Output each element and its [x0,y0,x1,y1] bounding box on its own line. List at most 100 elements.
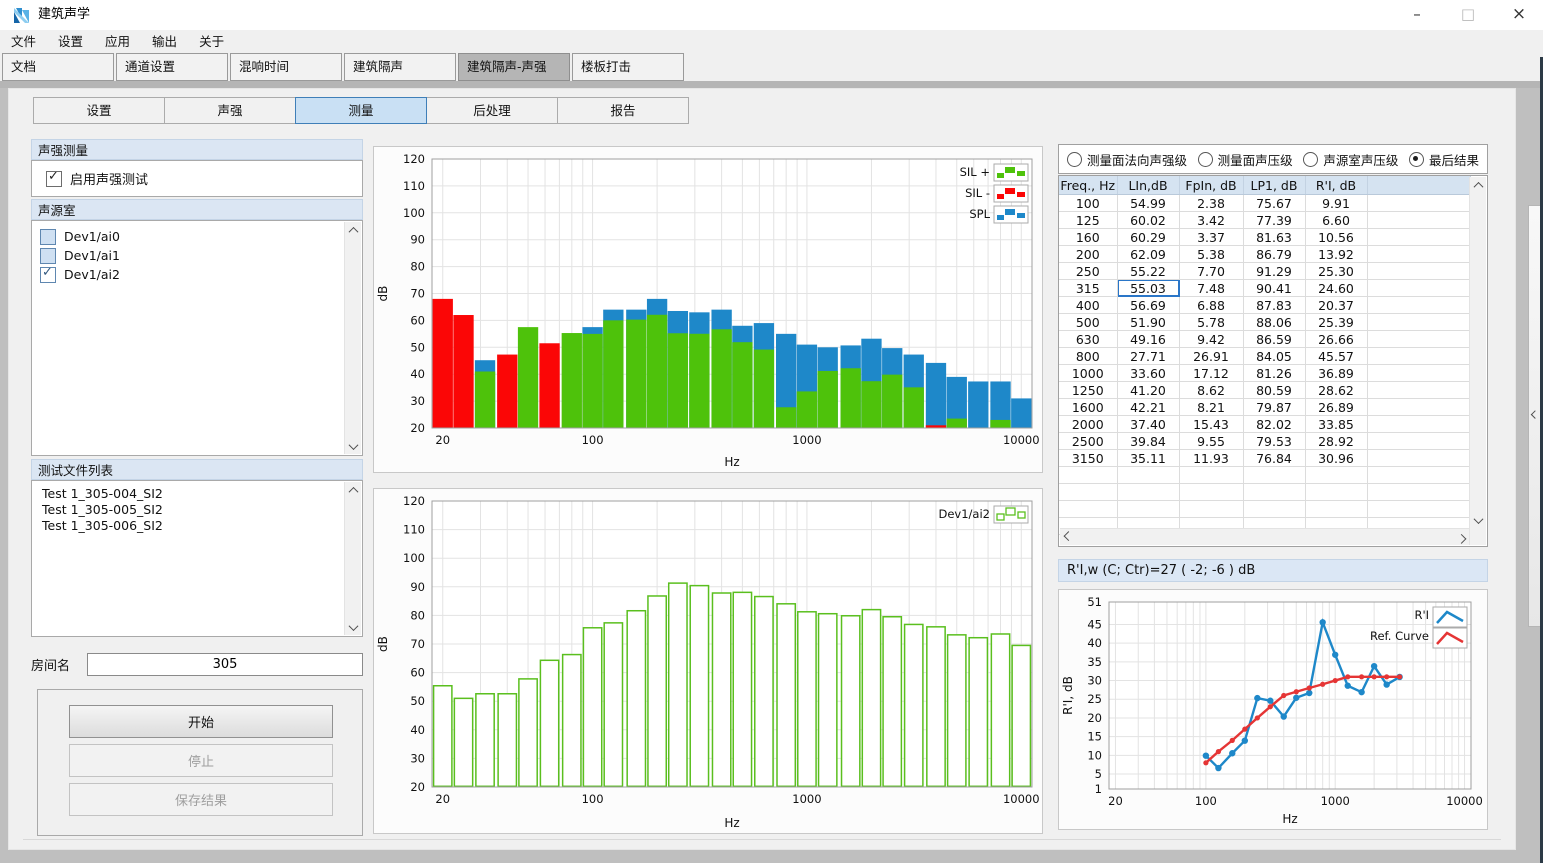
document-tab[interactable]: 混响时间 [230,53,342,81]
document-tab[interactable]: 建筑隔声 [344,53,456,81]
menu-item-输出[interactable]: 输出 [141,30,188,53]
table-cell[interactable]: 75.67 [1243,195,1305,212]
table-cell[interactable]: 56.69 [1117,297,1179,314]
table-cell[interactable]: 80.59 [1243,382,1305,399]
table-cell[interactable] [1367,263,1470,280]
radio-测量面声压级[interactable]: 测量面声压级 [1198,150,1293,169]
table-cell[interactable]: 2.38 [1179,195,1243,212]
table-cell[interactable]: 28.92 [1305,433,1367,450]
table-cell[interactable]: 100 [1059,195,1117,212]
table-cell[interactable] [1367,297,1470,314]
table-cell[interactable]: 79.87 [1243,399,1305,416]
table-cell[interactable]: 9.55 [1179,433,1243,450]
source-channel-item[interactable]: Dev1/ai1 [32,246,362,265]
scroll-up-icon[interactable] [345,222,361,238]
source-channel-item[interactable]: Dev1/ai2 [32,265,362,284]
scroll-up-icon[interactable] [345,482,361,498]
table-cell[interactable]: 41.20 [1117,382,1179,399]
table-cell[interactable]: 90.41 [1243,280,1305,297]
table-horizontal-scrollbar[interactable] [1060,528,1469,545]
maximize-button[interactable]: □ [1445,0,1491,30]
table-cell[interactable] [1367,195,1470,212]
scroll-down-icon[interactable] [345,619,361,635]
table-cell[interactable]: 400 [1059,297,1117,314]
menu-item-关于[interactable]: 关于 [188,30,235,53]
table-cell[interactable] [1367,365,1470,382]
table-cell[interactable]: 630 [1059,331,1117,348]
document-tab[interactable]: 通道设置 [116,53,228,81]
table-cell[interactable]: 8.62 [1179,382,1243,399]
menu-item-应用[interactable]: 应用 [94,30,141,53]
collapse-left-icon[interactable] [1530,410,1538,418]
close-button[interactable]: × [1496,0,1542,30]
table-cell[interactable]: 26.89 [1305,399,1367,416]
table-cell[interactable]: 49.16 [1117,331,1179,348]
sub-tab-5[interactable]: 报告 [557,97,689,124]
menu-item-设置[interactable]: 设置 [47,30,94,53]
table-cell[interactable]: 25.30 [1305,263,1367,280]
test-file-item[interactable]: Test 1_305-004_SI2 [32,486,362,502]
table-cell[interactable]: 5.78 [1179,314,1243,331]
table-cell[interactable] [1367,399,1470,416]
table-cell[interactable]: 25.39 [1305,314,1367,331]
table-cell[interactable]: 3.37 [1179,229,1243,246]
table-cell[interactable]: 60.29 [1117,229,1179,246]
scroll-up-icon[interactable] [1470,177,1486,193]
table-cell[interactable] [1367,416,1470,433]
table-cell[interactable]: 5.38 [1179,246,1243,263]
scroll-right-icon[interactable] [1453,529,1469,545]
table-cell[interactable]: 7.70 [1179,263,1243,280]
channel-checkbox-icon[interactable] [40,229,56,245]
table-cell[interactable] [1367,229,1470,246]
table-cell[interactable]: 17.12 [1179,365,1243,382]
table-cell[interactable]: 160 [1059,229,1117,246]
file-list-scrollbar[interactable] [344,482,361,635]
table-cell[interactable]: 55.03 [1117,280,1179,297]
source-channel-item[interactable]: Dev1/ai0 [32,227,362,246]
document-tab[interactable]: 文档 [2,53,114,81]
table-cell[interactable] [1367,348,1470,365]
table-cell[interactable]: 24.60 [1305,280,1367,297]
table-cell[interactable]: 2000 [1059,416,1117,433]
table-cell[interactable]: 250 [1059,263,1117,280]
table-cell[interactable]: 77.39 [1243,212,1305,229]
table-cell[interactable]: 35.11 [1117,450,1179,467]
enable-intensity-checkbox[interactable]: 启用声强测试 [46,169,148,188]
table-cell[interactable]: 800 [1059,348,1117,365]
table-cell[interactable]: 36.89 [1305,365,1367,382]
table-cell[interactable] [1367,314,1470,331]
table-cell[interactable]: 10.56 [1305,229,1367,246]
table-cell[interactable]: 54.99 [1117,195,1179,212]
document-tab[interactable]: 楼板打击 [572,53,684,81]
table-cell[interactable]: 33.85 [1305,416,1367,433]
table-cell[interactable]: 1250 [1059,382,1117,399]
table-cell[interactable]: 15.43 [1179,416,1243,433]
test-file-item[interactable]: Test 1_305-005_SI2 [32,502,362,518]
start-button[interactable]: 开始 [69,705,333,738]
table-cell[interactable]: 3.42 [1179,212,1243,229]
table-cell[interactable] [1367,280,1470,297]
sub-tab-4[interactable]: 后处理 [426,97,558,124]
scroll-down-icon[interactable] [345,438,361,454]
table-cell[interactable]: 37.40 [1117,416,1179,433]
table-cell[interactable]: 6.60 [1305,212,1367,229]
radio-声源室声压级[interactable]: 声源室声压级 [1303,150,1398,169]
menu-item-文件[interactable]: 文件 [0,30,47,53]
table-cell[interactable]: 7.48 [1179,280,1243,297]
table-cell[interactable]: 3150 [1059,450,1117,467]
table-cell[interactable]: 81.63 [1243,229,1305,246]
table-cell[interactable]: 45.57 [1305,348,1367,365]
table-cell[interactable]: 91.29 [1243,263,1305,280]
table-cell[interactable]: 79.53 [1243,433,1305,450]
table-cell[interactable]: 2500 [1059,433,1117,450]
table-cell[interactable] [1367,212,1470,229]
table-cell[interactable]: 500 [1059,314,1117,331]
table-cell[interactable]: 315 [1059,280,1117,297]
sub-tab-2[interactable]: 声强 [164,97,296,124]
table-cell[interactable] [1367,382,1470,399]
table-cell[interactable]: 86.59 [1243,331,1305,348]
table-cell[interactable]: 9.91 [1305,195,1367,212]
table-cell[interactable]: 26.66 [1305,331,1367,348]
scroll-down-icon[interactable] [1470,512,1486,528]
radio-测量面法向声强级[interactable]: 测量面法向声强级 [1067,150,1187,169]
